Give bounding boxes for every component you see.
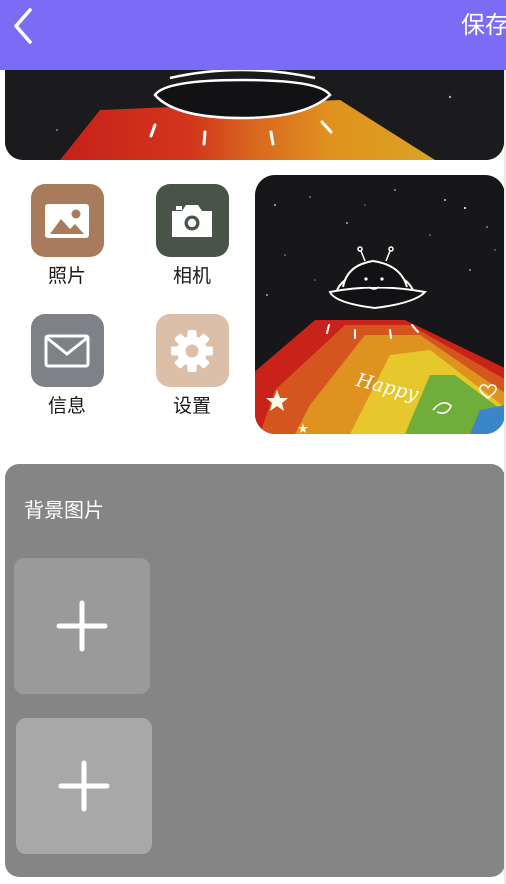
mail-icon [44, 334, 90, 367]
app-camera[interactable]: 相机 [142, 184, 242, 287]
save-button[interactable]: 保存 [461, 8, 506, 42]
app-label: 照片 [47, 265, 86, 287]
background-image-panel: 背景图片 [5, 464, 505, 877]
photos-tile [30, 184, 104, 257]
app-photos[interactable]: 照片 [17, 184, 117, 287]
add-background-slot-2[interactable] [16, 718, 152, 854]
top-bar: 保存 [0, 0, 506, 70]
plus-icon [56, 600, 108, 652]
plus-icon [58, 760, 110, 812]
app-label: 信息 [47, 395, 86, 417]
image-icon [45, 203, 89, 238]
app-label: 相机 [172, 265, 211, 287]
add-background-slot-1[interactable] [14, 558, 150, 694]
wallpaper-preview[interactable]: Happy [255, 175, 505, 434]
settings-tile [155, 314, 229, 387]
back-button[interactable] [6, 4, 42, 48]
messages-tile [30, 314, 104, 387]
app-label: 设置 [172, 395, 211, 417]
app-messages[interactable]: 信息 [17, 314, 117, 417]
section-title: 背景图片 [24, 498, 104, 522]
app-settings[interactable]: 设置 [142, 314, 242, 417]
camera-icon [172, 204, 212, 237]
camera-tile [155, 184, 229, 257]
chevron-left-icon [14, 8, 32, 44]
gear-icon [171, 329, 213, 372]
